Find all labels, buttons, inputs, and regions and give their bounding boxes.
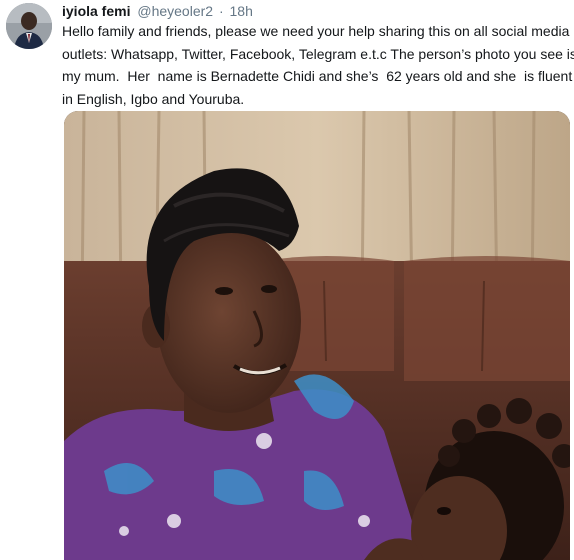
- tweet-header: iyiola femi @heyeoler2 · 18h: [62, 2, 253, 20]
- timestamp[interactable]: 18h: [230, 3, 253, 19]
- author-avatar[interactable]: [6, 3, 52, 49]
- tweet-text-line: Hello family and friends, please we need…: [62, 23, 570, 39]
- separator: ·: [218, 3, 224, 19]
- tweet-text: Hello family and friends, please we need…: [62, 20, 574, 110]
- tweet-text-line: my mum. Her name is Bernadette Chidi and…: [62, 68, 573, 84]
- tweet-text-line: outlets: Whatsapp, Twitter, Facebook, Te…: [62, 45, 574, 62]
- author-name[interactable]: iyiola femi: [62, 3, 130, 19]
- tweet-text-line: in English, Igbo and Youruba.: [62, 90, 245, 107]
- tweet[interactable]: iyiola femi @heyeoler2 · 18h Hello famil…: [0, 0, 574, 560]
- author-handle[interactable]: @heyeoler2: [137, 3, 213, 19]
- tweet-photo[interactable]: [64, 111, 570, 560]
